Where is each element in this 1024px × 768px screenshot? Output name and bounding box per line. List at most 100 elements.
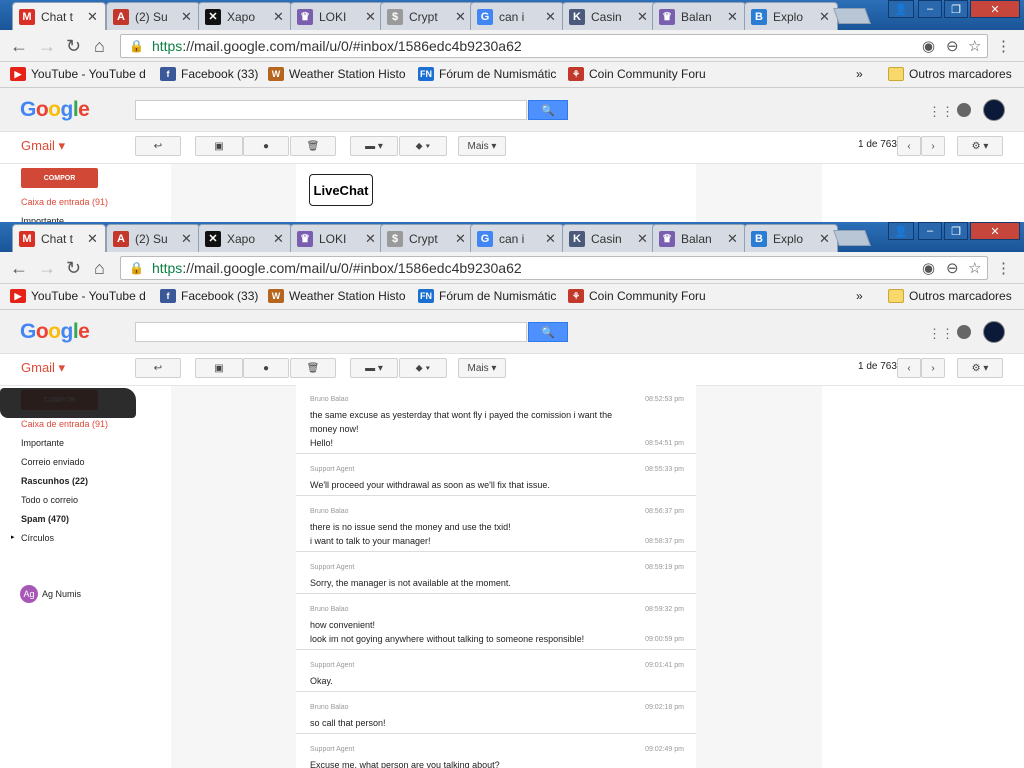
bookmark-item[interactable]: ⚘ Coin Community Foru (568, 67, 708, 81)
nav-item[interactable]: Importante (21, 438, 64, 448)
back-button[interactable]: ← (10, 258, 28, 279)
bookmark-item[interactable]: W Weather Station Histo (268, 289, 406, 303)
gmail-menu[interactable]: Gmail ▾ (21, 360, 65, 376)
search-input[interactable] (135, 100, 527, 120)
labels-button[interactable]: ⬥ ▾ (399, 136, 447, 156)
back-to-inbox-button[interactable]: ↩ (135, 358, 181, 378)
google-logo[interactable]: Google (20, 98, 90, 122)
profile-button[interactable]: 👤 (888, 222, 914, 240)
bookmarks-overflow-button[interactable]: » (856, 289, 863, 303)
gmail-menu[interactable]: Gmail ▾ (21, 138, 65, 154)
menu-icon[interactable]: ⋮ (996, 37, 1011, 55)
browser-tab[interactable]: A (2) Su ✕ (106, 224, 200, 252)
close-tab-icon[interactable]: ✕ (273, 9, 287, 25)
close-tab-icon[interactable]: ✕ (545, 9, 559, 25)
close-tab-icon[interactable]: ✕ (819, 9, 833, 25)
nav-item[interactable]: Todo o correio (21, 495, 78, 505)
move-to-button[interactable]: ▬ ▾ (350, 136, 398, 156)
browser-tab[interactable]: ✕ Xapo ✕ (198, 224, 292, 252)
close-tab-icon[interactable]: ✕ (637, 231, 651, 247)
browser-tab[interactable]: M Chat t ✕ (12, 224, 106, 252)
older-button[interactable]: ‹ (897, 358, 921, 378)
maximize-button[interactable]: ❐ (944, 222, 968, 240)
home-button[interactable]: ⌂ (94, 36, 105, 57)
new-tab-button[interactable] (833, 230, 871, 246)
older-button[interactable]: ‹ (897, 136, 921, 156)
search-button[interactable]: 🔍 (528, 322, 568, 342)
back-button[interactable]: ← (10, 36, 28, 57)
close-tab-icon[interactable]: ✕ (181, 9, 195, 25)
eye-icon[interactable]: ◉ (922, 259, 935, 277)
reload-button[interactable]: ↻ (66, 258, 81, 279)
expand-arrow-icon[interactable]: ▸ (11, 533, 15, 541)
address-bar[interactable]: 🔒 https://mail.google.com/mail/u/0/#inbox… (120, 256, 988, 280)
notifications-icon[interactable] (957, 325, 971, 339)
report-spam-button[interactable]: ● (243, 136, 289, 156)
browser-tab[interactable]: ♛ LOKI ✕ (290, 2, 384, 30)
move-to-button[interactable]: ▬ ▾ (350, 358, 398, 378)
close-tab-icon[interactable]: ✕ (727, 231, 741, 247)
other-bookmarks[interactable]: Outros marcadores (888, 289, 1012, 303)
contact-avatar[interactable]: Ag (20, 585, 38, 603)
browser-tab[interactable]: ♛ Balan ✕ (652, 2, 746, 30)
contact-name[interactable]: Ag Numis (42, 589, 81, 599)
browser-tab[interactable]: B Explo ✕ (744, 2, 838, 30)
bookmark-item[interactable]: ▶ YouTube - YouTube d (10, 289, 150, 303)
bookmark-item[interactable]: ⚘ Coin Community Foru (568, 289, 708, 303)
close-tab-icon[interactable]: ✕ (455, 231, 469, 247)
browser-tab[interactable]: Gcan i ✕ (470, 2, 564, 30)
notifications-icon[interactable] (957, 103, 971, 117)
close-tab-icon[interactable]: ✕ (365, 9, 379, 25)
search-button[interactable]: 🔍 (528, 100, 568, 120)
new-tab-button[interactable] (833, 8, 871, 24)
minimize-button[interactable]: – (918, 0, 942, 18)
newer-button[interactable]: › (921, 136, 945, 156)
archive-button[interactable]: ▣ (195, 358, 243, 378)
eye-icon[interactable]: ◉ (922, 37, 935, 55)
bookmark-item[interactable]: FN Fórum de Numismátic (418, 289, 558, 303)
reload-button[interactable]: ↻ (66, 36, 81, 57)
browser-tab[interactable]: $ Crypt ✕ (380, 2, 474, 30)
newer-button[interactable]: › (921, 358, 945, 378)
forward-button[interactable]: → (38, 36, 56, 57)
nav-item-inbox[interactable]: Caixa de entrada (91) (21, 197, 108, 207)
report-spam-button[interactable]: ● (243, 358, 289, 378)
more-button[interactable]: Mais ▾ (458, 136, 506, 156)
delete-button[interactable]: 🗑 (290, 136, 336, 156)
bookmark-item[interactable]: ▶ YouTube - YouTube d (10, 67, 150, 81)
home-button[interactable]: ⌂ (94, 258, 105, 279)
browser-tab[interactable]: M Chat t ✕ (12, 2, 106, 30)
search-input[interactable] (135, 322, 527, 342)
browser-tab[interactable]: B Explo ✕ (744, 224, 838, 252)
back-to-inbox-button[interactable]: ↩ (135, 136, 181, 156)
close-tab-icon[interactable]: ✕ (455, 9, 469, 25)
browser-tab[interactable]: A (2) Su ✕ (106, 2, 200, 30)
close-tab-icon[interactable]: ✕ (273, 231, 287, 247)
nav-item[interactable]: Rascunhos (22) (21, 476, 88, 486)
nav-item[interactable]: Círculos (21, 533, 54, 543)
browser-tab[interactable]: K Casin ✕ (562, 2, 656, 30)
other-bookmarks[interactable]: Outros marcadores (888, 67, 1012, 81)
close-tab-icon[interactable]: ✕ (545, 231, 559, 247)
close-window-button[interactable]: ✕ (970, 0, 1020, 18)
nav-item[interactable]: Caixa de entrada (91) (21, 419, 108, 429)
close-tab-icon[interactable]: ✕ (727, 9, 741, 25)
close-tab-icon[interactable]: ✕ (87, 9, 101, 25)
more-button[interactable]: Mais ▾ (458, 358, 506, 378)
browser-tab[interactable]: K Casin ✕ (562, 224, 656, 252)
bookmark-item[interactable]: FN Fórum de Numismátic (418, 67, 558, 81)
bookmark-item[interactable]: f Facebook (33) (160, 289, 260, 303)
browser-tab[interactable]: $ Crypt ✕ (380, 224, 474, 252)
account-avatar[interactable] (983, 99, 1005, 121)
browser-tab[interactable]: Gcan i ✕ (470, 224, 564, 252)
browser-tab[interactable]: ♛ LOKI ✕ (290, 224, 384, 252)
close-window-button[interactable]: ✕ (970, 222, 1020, 240)
maximize-button[interactable]: ❐ (944, 0, 968, 18)
minimize-button[interactable]: – (918, 222, 942, 240)
apps-icon[interactable]: ⋮⋮ (928, 326, 954, 342)
browser-tab[interactable]: ✕ Xapo ✕ (198, 2, 292, 30)
close-tab-icon[interactable]: ✕ (181, 231, 195, 247)
settings-button[interactable]: ⚙ ▾ (957, 136, 1003, 156)
star-icon[interactable]: ☆ (968, 37, 981, 55)
apps-icon[interactable]: ⋮⋮ (928, 104, 954, 120)
